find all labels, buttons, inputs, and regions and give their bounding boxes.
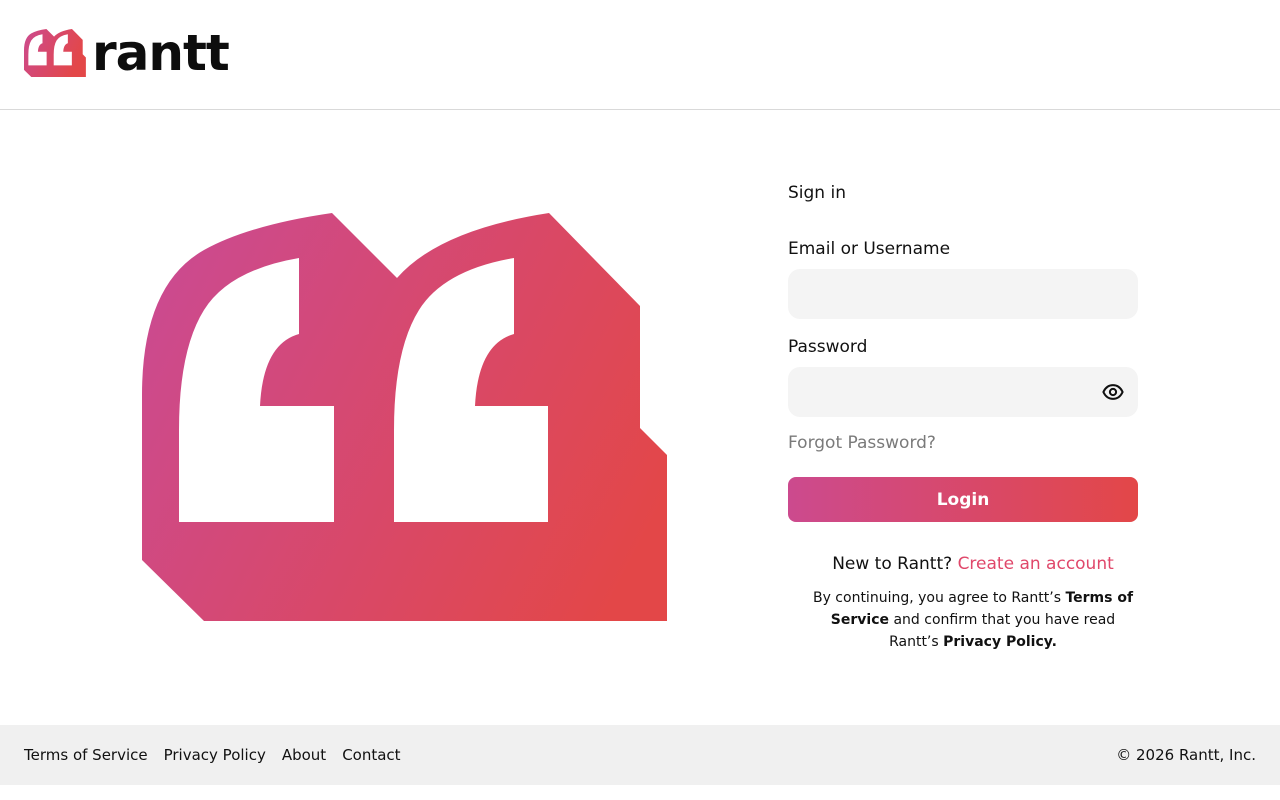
- signin-form: Sign in Email or Username Password Forgo…: [788, 182, 1138, 653]
- password-field[interactable]: [788, 367, 1138, 417]
- password-field-wrapper: [788, 367, 1138, 417]
- password-label: Password: [788, 337, 868, 357]
- quote-hero-icon: [142, 213, 667, 621]
- copyright-text: © 2026 Rantt, Inc.: [1116, 746, 1256, 764]
- site-header: rantt: [0, 0, 1280, 110]
- signin-title: Sign in: [788, 183, 846, 203]
- login-button[interactable]: Login: [788, 477, 1138, 522]
- eye-icon: [1102, 384, 1124, 400]
- show-password-toggle[interactable]: [1102, 381, 1124, 403]
- footer-link-privacy[interactable]: Privacy Policy: [164, 746, 266, 764]
- footer-link-contact[interactable]: Contact: [342, 746, 400, 764]
- footer-link-terms[interactable]: Terms of Service: [24, 746, 148, 764]
- email-field-wrapper: [788, 269, 1138, 319]
- new-user-text: New to Rantt?: [832, 554, 953, 574]
- logo-wordmark: rantt: [92, 24, 230, 82]
- terms-notice: By continuing, you agree to Rantt’s Term…: [788, 587, 1138, 653]
- privacy-policy-link[interactable]: Privacy Policy.: [943, 634, 1057, 650]
- rantt-logo[interactable]: rantt: [24, 24, 230, 82]
- signup-prompt: New to Rantt? Create an account: [788, 553, 1138, 575]
- terms-prefix: By continuing, you agree to Rantt’s: [812, 590, 1061, 606]
- quote-logo-icon: [24, 28, 86, 78]
- forgot-password-link[interactable]: Forgot Password?: [788, 432, 1138, 454]
- footer-nav: Terms of Service Privacy Policy About Co…: [24, 746, 401, 764]
- site-footer: Terms of Service Privacy Policy About Co…: [0, 725, 1280, 785]
- footer-link-about[interactable]: About: [282, 746, 326, 764]
- email-field[interactable]: [788, 269, 1138, 319]
- email-label: Email or Username: [788, 239, 951, 259]
- create-account-link[interactable]: Create an account: [958, 554, 1114, 574]
